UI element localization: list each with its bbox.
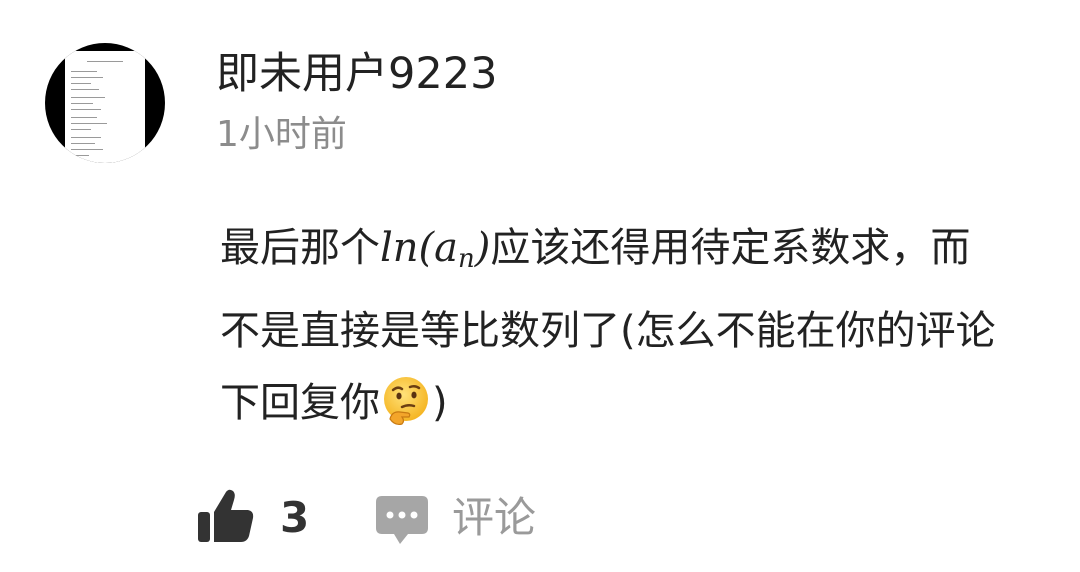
- comment-bubble-icon[interactable]: [374, 492, 430, 548]
- math-close: ): [474, 225, 491, 271]
- avatar[interactable]: [45, 43, 165, 163]
- username[interactable]: 即未用户9223: [216, 46, 497, 102]
- comment-text-part: ): [432, 380, 448, 426]
- math-subscript: n: [458, 244, 475, 274]
- like-count: 3: [280, 493, 310, 542]
- timestamp: 1小时前: [216, 114, 347, 155]
- comment-actions: 3 评论: [196, 480, 616, 560]
- thumbs-up-icon[interactable]: [196, 486, 256, 546]
- comment-text-part: 最后那个: [220, 225, 380, 271]
- math-expression: ln(an): [380, 225, 491, 274]
- comment-button[interactable]: 评论: [452, 490, 536, 546]
- math-base: ln(a: [380, 225, 459, 271]
- document-thumbnail-avatar: [65, 51, 145, 163]
- thinking-face-emoji: [380, 375, 432, 427]
- comment-text: 最后那个ln(an)应该还得用待定系数求，而不是直接是等比数列了(怎么不能在你的…: [220, 212, 1010, 439]
